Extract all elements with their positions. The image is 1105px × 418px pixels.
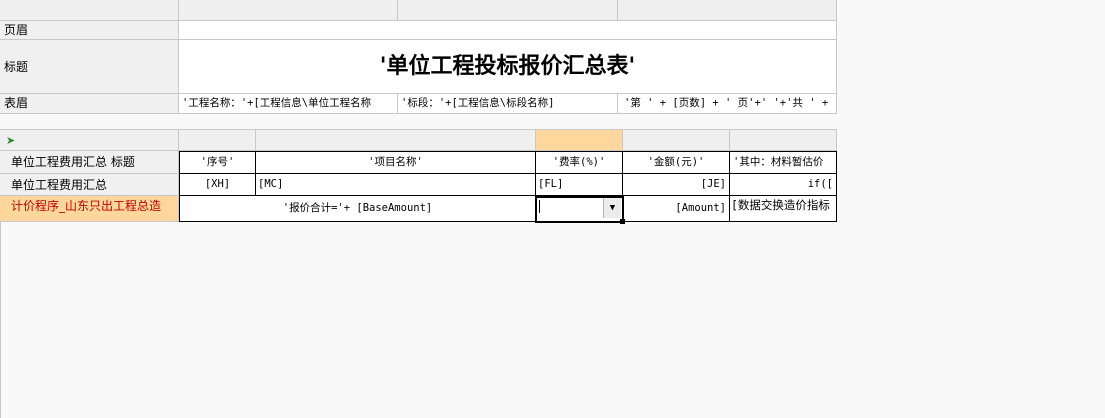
chevron-down-icon[interactable]: ▼ [603, 198, 621, 218]
data-rate-cell[interactable]: [FL] [536, 174, 623, 196]
report-designer-sheet: 页眉 标题 '单位工程投标报价汇总表' 表眉 '工程名称：'+[工程信息\单位工… [0, 0, 837, 418]
text-caret [539, 200, 540, 213]
column-header-b[interactable] [398, 0, 618, 21]
footer-amount-cell[interactable]: [Amount] [623, 196, 730, 222]
column-header-a[interactable] [179, 0, 398, 21]
rate-edit-cell[interactable]: ▼ [536, 196, 623, 222]
title-band-label[interactable]: 标题 [0, 40, 179, 94]
header-material-cell[interactable]: '其中：材料暂估价 [730, 151, 837, 174]
band-title-label[interactable]: 单位工程费用汇总 标题 [0, 151, 179, 174]
detail-col-amount[interactable] [623, 130, 730, 151]
page-info-field[interactable]: '第 ' + [页数] + ' 页'+' '+'共 ' + [618, 94, 837, 114]
detail-col-material[interactable] [730, 130, 837, 151]
header-seq-cell[interactable]: '序号' [179, 151, 256, 174]
total-label-cell[interactable]: '报价合计='+ [BaseAmount] [179, 196, 536, 222]
data-item-name-cell[interactable]: [MC] [256, 174, 536, 196]
band-data-label[interactable]: 单位工程费用汇总 [0, 174, 179, 196]
band-spacer [0, 114, 837, 130]
band-footer-label[interactable]: 计价程序_山东只出工程总造 [0, 196, 179, 222]
report-title[interactable]: '单位工程投标报价汇总表' [179, 40, 837, 94]
header-item-name-cell[interactable]: '项目名称' [256, 151, 536, 174]
fill-handle[interactable] [620, 219, 625, 224]
footer-index-cell[interactable]: [数据交换造价指标 [730, 196, 837, 222]
data-material-cell[interactable]: if([ [730, 174, 837, 196]
data-seq-cell[interactable]: [XH] [179, 174, 256, 196]
page-header-band[interactable] [179, 21, 837, 40]
column-header-c[interactable] [618, 0, 837, 21]
project-name-field[interactable]: '工程名称：'+[工程信息\单位工程名称 [179, 94, 398, 114]
detail-col-seq[interactable] [179, 130, 256, 151]
detail-col-name[interactable] [256, 130, 536, 151]
page-header-label[interactable]: 页眉 [0, 21, 179, 40]
bid-section-field[interactable]: '标段：'+[工程信息\标段名称] [398, 94, 618, 114]
header-amount-cell[interactable]: '金额(元)' [623, 151, 730, 174]
corner-cell[interactable] [0, 0, 179, 21]
detail-col-rate-selected[interactable] [536, 130, 623, 151]
data-amount-cell[interactable]: [JE] [623, 174, 730, 196]
detail-corner-cell[interactable]: ➤ [0, 130, 179, 151]
table-header-label[interactable]: 表眉 [0, 94, 179, 114]
arrow-right-icon: ➤ [6, 134, 16, 147]
header-rate-cell[interactable]: '费率(%)' [536, 151, 623, 174]
